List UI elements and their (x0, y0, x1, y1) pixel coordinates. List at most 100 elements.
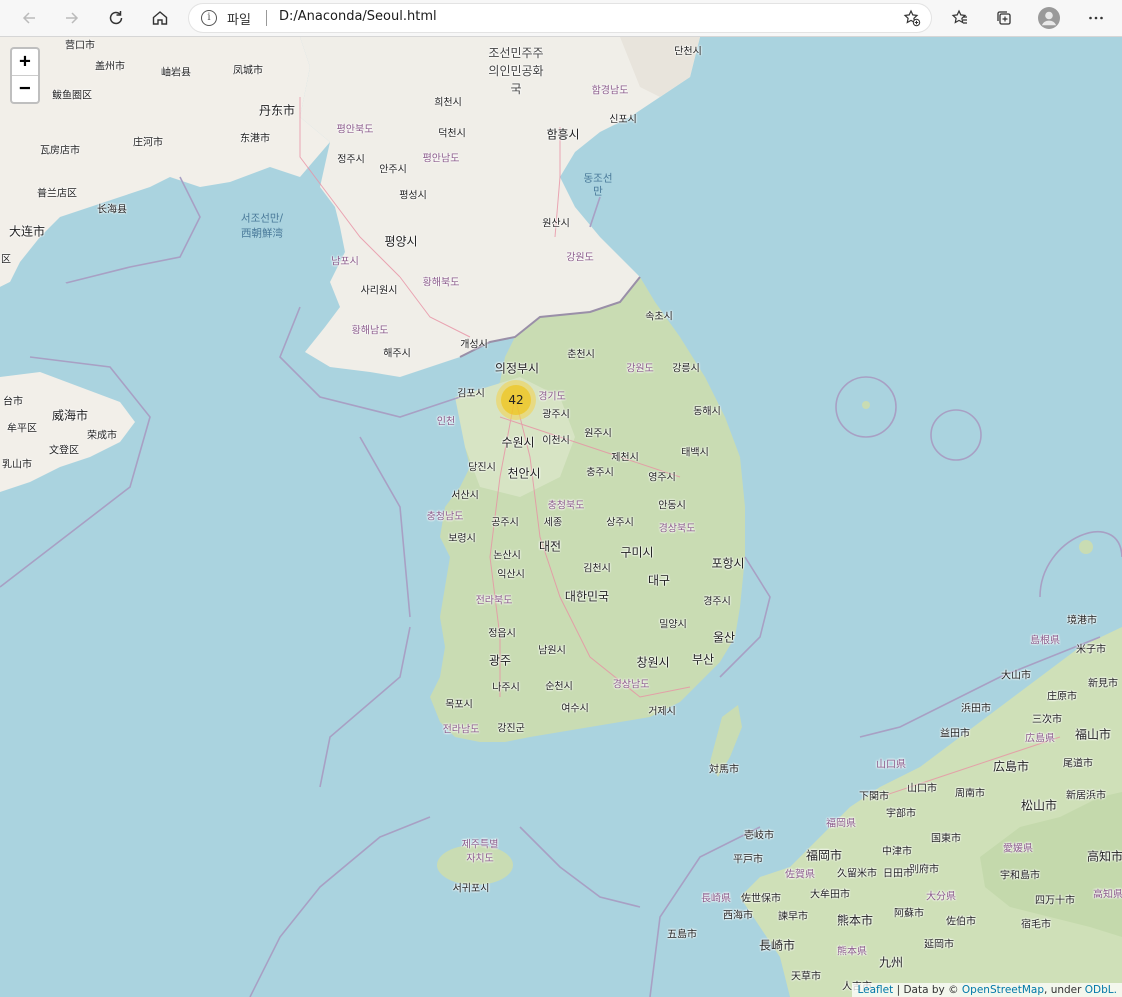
place-label: 경주시 (703, 596, 731, 608)
place-label: 원산시 (542, 218, 570, 230)
place-label: 諫早市 (778, 911, 808, 923)
place-label: 거제시 (648, 706, 676, 718)
place-label: 鲅鱼圈区 (52, 90, 92, 102)
place-label: 제천시 (611, 452, 639, 464)
place-label: 別府市 (909, 864, 939, 876)
place-label: 세종 (543, 517, 563, 529)
province-label: 자치도 (466, 853, 494, 865)
province-label: 강원도 (626, 363, 654, 375)
place-label: 荣成市 (87, 430, 117, 442)
place-label: 안주시 (379, 164, 407, 176)
place-label: 宿毛市 (1021, 919, 1051, 931)
place-label: 해주시 (383, 348, 411, 360)
place-label: 의정부시 (494, 361, 540, 376)
place-label: 단천시 (674, 46, 702, 58)
odbl-link[interactable]: ODbL. (1085, 984, 1117, 996)
place-label: 원주시 (584, 428, 612, 440)
place-label: 광주 (488, 653, 512, 668)
country-label: 의인민공화 (488, 64, 544, 78)
province-label: 함경남도 (591, 85, 629, 97)
province-label: 경기도 (538, 391, 566, 403)
province-label: 島根県 (1030, 635, 1060, 647)
place-label: 威海市 (51, 408, 89, 423)
place-label: 희천시 (434, 97, 462, 109)
map-container[interactable]: 营口市 盖州市 岫岩县 凤城市 鲅鱼圈区 丹东市 东港市 庄河市 瓦房店市 普兰… (0, 37, 1122, 997)
divider (266, 10, 267, 26)
place-label: 울산 (712, 630, 736, 645)
add-favorite-icon[interactable] (903, 9, 921, 27)
province-label: 평안북도 (336, 124, 374, 136)
place-label: 강릉시 (672, 363, 700, 375)
info-icon[interactable]: i (201, 10, 217, 26)
osm-link[interactable]: OpenStreetMap (962, 984, 1044, 996)
place-label: 밀양시 (659, 619, 687, 631)
place-label: 충주시 (586, 467, 614, 479)
place-label: 佐伯市 (946, 916, 976, 928)
place-label: 당진시 (468, 462, 496, 474)
place-label: 순천시 (545, 681, 573, 693)
more-icon[interactable] (1082, 4, 1110, 32)
leaflet-link[interactable]: Leaflet (857, 984, 893, 996)
place-label: 덕천시 (438, 128, 466, 140)
place-label: 熊本市 (836, 913, 874, 928)
zoom-out-button[interactable]: − (12, 76, 38, 102)
place-label: 정주시 (337, 154, 365, 166)
province-label: 山口県 (876, 759, 906, 771)
place-label: 남원시 (538, 645, 566, 657)
profile-icon[interactable] (1035, 4, 1063, 32)
place-label: 広島市 (992, 759, 1030, 774)
place-label: 목포시 (445, 699, 473, 711)
place-label: 나주시 (492, 682, 520, 694)
place-label: 영주시 (648, 472, 676, 484)
place-label: 松山市 (1020, 798, 1058, 813)
sea-label: 西朝鮮湾 (241, 227, 283, 240)
place-label: 함흥시 (546, 127, 580, 142)
place-label: 宇和島市 (1000, 870, 1040, 882)
place-label: 포항시 (711, 556, 745, 571)
place-label: 壱岐市 (744, 830, 774, 842)
place-label: 서산시 (451, 490, 479, 502)
place-label: 三次市 (1032, 714, 1062, 726)
province-label: 熊本県 (837, 946, 867, 958)
place-label: 평성시 (399, 190, 427, 202)
attribution-under: , under (1044, 984, 1085, 996)
zoom-in-button[interactable]: + (12, 49, 38, 76)
place-label: 大牟田市 (810, 889, 850, 901)
place-label: 속초시 (645, 311, 673, 323)
place-label: 보령시 (448, 533, 476, 545)
favorites-icon[interactable] (946, 4, 974, 32)
place-label: 高知市 (1086, 849, 1122, 864)
forward-icon[interactable] (58, 4, 86, 32)
place-label: 文登区 (49, 445, 79, 457)
province-label: 경상북도 (658, 523, 696, 535)
place-label: 天草市 (791, 971, 821, 983)
place-label: 태백시 (681, 447, 709, 459)
place-label: 상주시 (606, 517, 634, 529)
home-icon[interactable] (146, 4, 174, 32)
province-label: 제주특별 (461, 839, 499, 851)
cluster-count: 42 (501, 385, 531, 415)
province-label: 인천 (436, 416, 456, 428)
place-label: 中津市 (882, 846, 912, 858)
collections-icon[interactable] (990, 4, 1018, 32)
back-icon[interactable] (15, 4, 43, 32)
place-label: 창원시 (636, 655, 670, 670)
place-label: 안동시 (658, 500, 686, 512)
address-bar[interactable]: i 파일 D:/Anaconda/Seoul.html (189, 4, 931, 32)
url-text[interactable]: D:/Anaconda/Seoul.html (279, 9, 437, 24)
province-label: 평안남도 (422, 153, 460, 165)
province-label: 佐賀県 (785, 869, 815, 881)
marker-cluster[interactable]: 42 (496, 380, 536, 420)
province-label: 長崎県 (701, 893, 731, 905)
zoom-control: + − (10, 47, 40, 104)
place-label: 周南市 (955, 788, 985, 800)
province-label: 경상남도 (612, 679, 650, 691)
province-label: 広島県 (1025, 733, 1055, 745)
place-label: 신포시 (609, 114, 637, 126)
place-label: 사리원시 (360, 285, 398, 297)
place-label: 西海市 (723, 910, 753, 922)
place-label: 정읍시 (488, 628, 516, 640)
place-label: 境港市 (1067, 615, 1097, 627)
refresh-icon[interactable] (102, 4, 130, 32)
place-label: 구미시 (620, 545, 654, 560)
